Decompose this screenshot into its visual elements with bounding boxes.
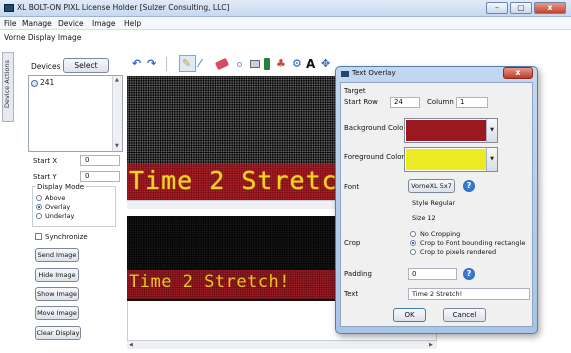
device-list-item[interactable]: 241 xyxy=(40,78,54,87)
scroll-left-icon[interactable]: ◀ xyxy=(129,342,133,348)
mode-underlay-label: Underlay xyxy=(45,212,75,220)
dialog-app-icon xyxy=(341,71,349,77)
synchronize-checkbox[interactable] xyxy=(35,233,42,240)
app-icon xyxy=(4,4,14,12)
display-mode-title: Display Mode xyxy=(36,183,86,191)
start-x-input[interactable]: 0 xyxy=(80,155,120,166)
mode-above-label: Above xyxy=(45,194,66,202)
padding-help-icon[interactable]: ? xyxy=(463,268,475,280)
column-label: Column xyxy=(427,98,454,106)
column-input[interactable]: 1 xyxy=(456,97,488,108)
pencil-icon[interactable]: ✎ xyxy=(182,56,191,72)
chevron-down-icon[interactable]: ▼ xyxy=(486,148,497,171)
font-picker-button[interactable]: VorneXL 5x7 xyxy=(408,179,455,193)
menu-manage[interactable]: Manage xyxy=(22,19,52,28)
device-actions-tab-label: Device Actions xyxy=(3,60,11,109)
crop-none-label: No Cropping xyxy=(420,230,461,238)
redo-icon[interactable]: ↷ xyxy=(147,56,156,72)
rectangle-icon[interactable] xyxy=(250,60,260,68)
hide-image-button[interactable]: Hide Image xyxy=(35,268,79,282)
overlay-text-input[interactable]: Time 2 Stretch! xyxy=(408,288,530,300)
led-text-bottom: Time 2 Stretch! xyxy=(129,272,291,292)
maximize-button[interactable]: ▢ xyxy=(510,2,532,14)
send-image-button[interactable]: Send Image xyxy=(35,248,79,262)
synchronize-label: Synchronize xyxy=(45,233,88,241)
cancel-button[interactable]: Cancel xyxy=(443,308,486,322)
menu-help[interactable]: Help xyxy=(124,19,141,28)
text-a-icon[interactable]: A xyxy=(306,56,315,72)
start-y-input[interactable]: 0 xyxy=(80,171,120,182)
text-label: Text xyxy=(344,290,359,298)
chevron-down-icon[interactable]: ▼ xyxy=(486,119,497,142)
devices-label: Devices xyxy=(31,62,61,71)
close-window-button[interactable]: x xyxy=(534,2,566,14)
font-style-text: Style Regular xyxy=(412,199,456,207)
menu-device[interactable]: Device xyxy=(58,19,84,28)
clear-display-button[interactable]: Clear Display xyxy=(35,326,81,340)
move-icon[interactable]: ✥ xyxy=(321,56,330,72)
target-label: Target xyxy=(344,87,366,95)
start-y-label: Start Y xyxy=(33,173,57,181)
mode-underlay-radio[interactable] xyxy=(36,213,42,219)
mode-above-radio[interactable] xyxy=(36,195,42,201)
minimize-button[interactable]: – xyxy=(486,2,508,14)
canvas-top-scrollbar[interactable] xyxy=(127,200,342,209)
background-color-swatch xyxy=(406,120,486,141)
background-color-label: Background Color xyxy=(344,124,407,132)
window-title: XL BOLT-ON PIXL License Holder [Sulzer C… xyxy=(17,3,230,12)
fill-bucket-icon[interactable] xyxy=(264,58,270,70)
menu-file[interactable]: File xyxy=(4,19,17,28)
brush-icon[interactable]: ⁄ xyxy=(199,56,201,72)
padding-label: Padding xyxy=(344,270,372,278)
foreground-color-swatch xyxy=(406,149,486,170)
foreground-color-label: Foreground Color xyxy=(344,153,405,161)
led-text-top: Time 2 Stretch! xyxy=(129,166,370,195)
image-icon[interactable]: ♣ xyxy=(276,56,286,72)
menu-bar xyxy=(0,17,571,30)
device-icon xyxy=(31,80,38,87)
font-size-text: Size 12 xyxy=(412,214,436,222)
image2-icon[interactable]: ⚙ xyxy=(292,56,302,72)
toolbar-divider xyxy=(166,57,167,71)
menu-image[interactable]: Image xyxy=(92,19,116,28)
crop-font-rect-label: Crop to Font bounding rectangle xyxy=(420,239,526,247)
crop-pixels-radio[interactable] xyxy=(410,249,416,255)
font-help-icon[interactable]: ? xyxy=(463,180,475,192)
mode-overlay-radio[interactable] xyxy=(36,204,42,210)
start-x-label: Start X xyxy=(33,157,58,165)
font-label: Font xyxy=(344,183,360,191)
move-image-button[interactable]: Move Image xyxy=(35,306,79,320)
dot-icon[interactable] xyxy=(237,62,242,67)
canvas-bottom-scrollbar[interactable]: ◀ ▶ xyxy=(127,340,437,349)
select-button[interactable]: Select xyxy=(63,58,109,73)
show-image-button[interactable]: Show Image xyxy=(35,287,79,301)
crop-none-radio[interactable] xyxy=(410,231,416,237)
dialog-close-icon[interactable]: x xyxy=(503,67,533,79)
eraser-icon[interactable] xyxy=(214,57,230,71)
padding-input[interactable]: 0 xyxy=(408,268,457,280)
scroll-right-icon[interactable]: ▶ xyxy=(429,342,433,348)
page-subtitle: Vorne Display Image xyxy=(4,33,82,42)
undo-icon[interactable]: ↶ xyxy=(132,56,141,72)
start-row-label: Start Row xyxy=(344,98,378,106)
mode-overlay-label: Overlay xyxy=(45,203,71,211)
crop-label: Crop xyxy=(344,239,361,247)
scroll-up-icon[interactable]: ▲ xyxy=(115,77,119,83)
device-list-scrollbar[interactable]: ▲ ▼ xyxy=(112,76,122,151)
crop-font-rect-radio[interactable] xyxy=(410,240,416,246)
ok-button[interactable]: OK xyxy=(393,308,426,322)
scroll-down-icon[interactable]: ▼ xyxy=(115,143,119,149)
dialog-title: Text Overlay xyxy=(352,69,396,77)
start-row-input[interactable]: 24 xyxy=(390,97,420,108)
crop-pixels-label: Crop to pixels rendered xyxy=(420,248,497,256)
